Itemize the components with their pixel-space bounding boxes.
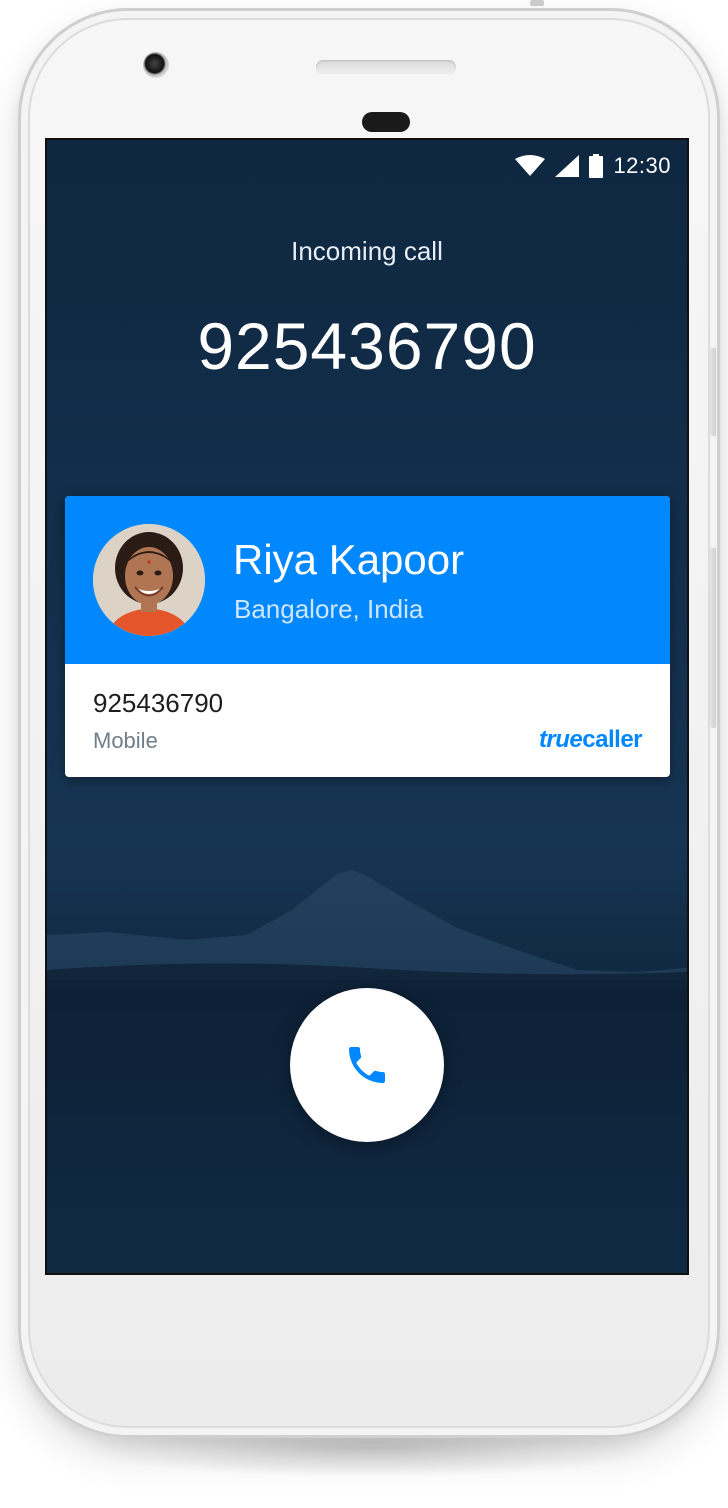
earpiece [362,112,410,132]
wifi-icon [515,155,546,176]
signal-icon [555,155,580,177]
truecaller-logo-part-caller: caller [582,726,642,753]
caller-id-card: Riya Kapoor Bangalore, India 925436790 M… [65,496,670,777]
truecaller-logo-part-true: true [538,726,583,753]
caller-name: Riya Kapoor [233,536,465,583]
front-camera [143,52,169,78]
caller-location: Bangalore, India [234,594,424,624]
avatar [93,524,205,636]
caller-number: 925436790 [197,309,537,383]
card-phone-number: 925436790 [93,688,224,718]
incoming-call-label: Incoming call [291,236,443,266]
phone-chin [47,1273,687,1423]
card-number-type: Mobile [93,728,158,753]
phone-screen: 12:30 Incoming call 925436790 Riya Kapoo… [47,140,687,1273]
speaker-grill [316,60,456,74]
caller-card-header: Riya Kapoor Bangalore, India [65,496,670,664]
truecaller-logo: truecaller [538,726,643,754]
status-time: 12:30 [613,153,671,178]
volume-button [710,348,716,436]
avatar-photo [93,524,205,636]
status-bar: 12:30 [515,150,671,182]
phone-icon [349,1047,385,1083]
battery-icon [589,154,604,178]
power-button [710,548,716,728]
device-top-button [530,0,544,6]
answer-call-button[interactable] [290,988,444,1142]
